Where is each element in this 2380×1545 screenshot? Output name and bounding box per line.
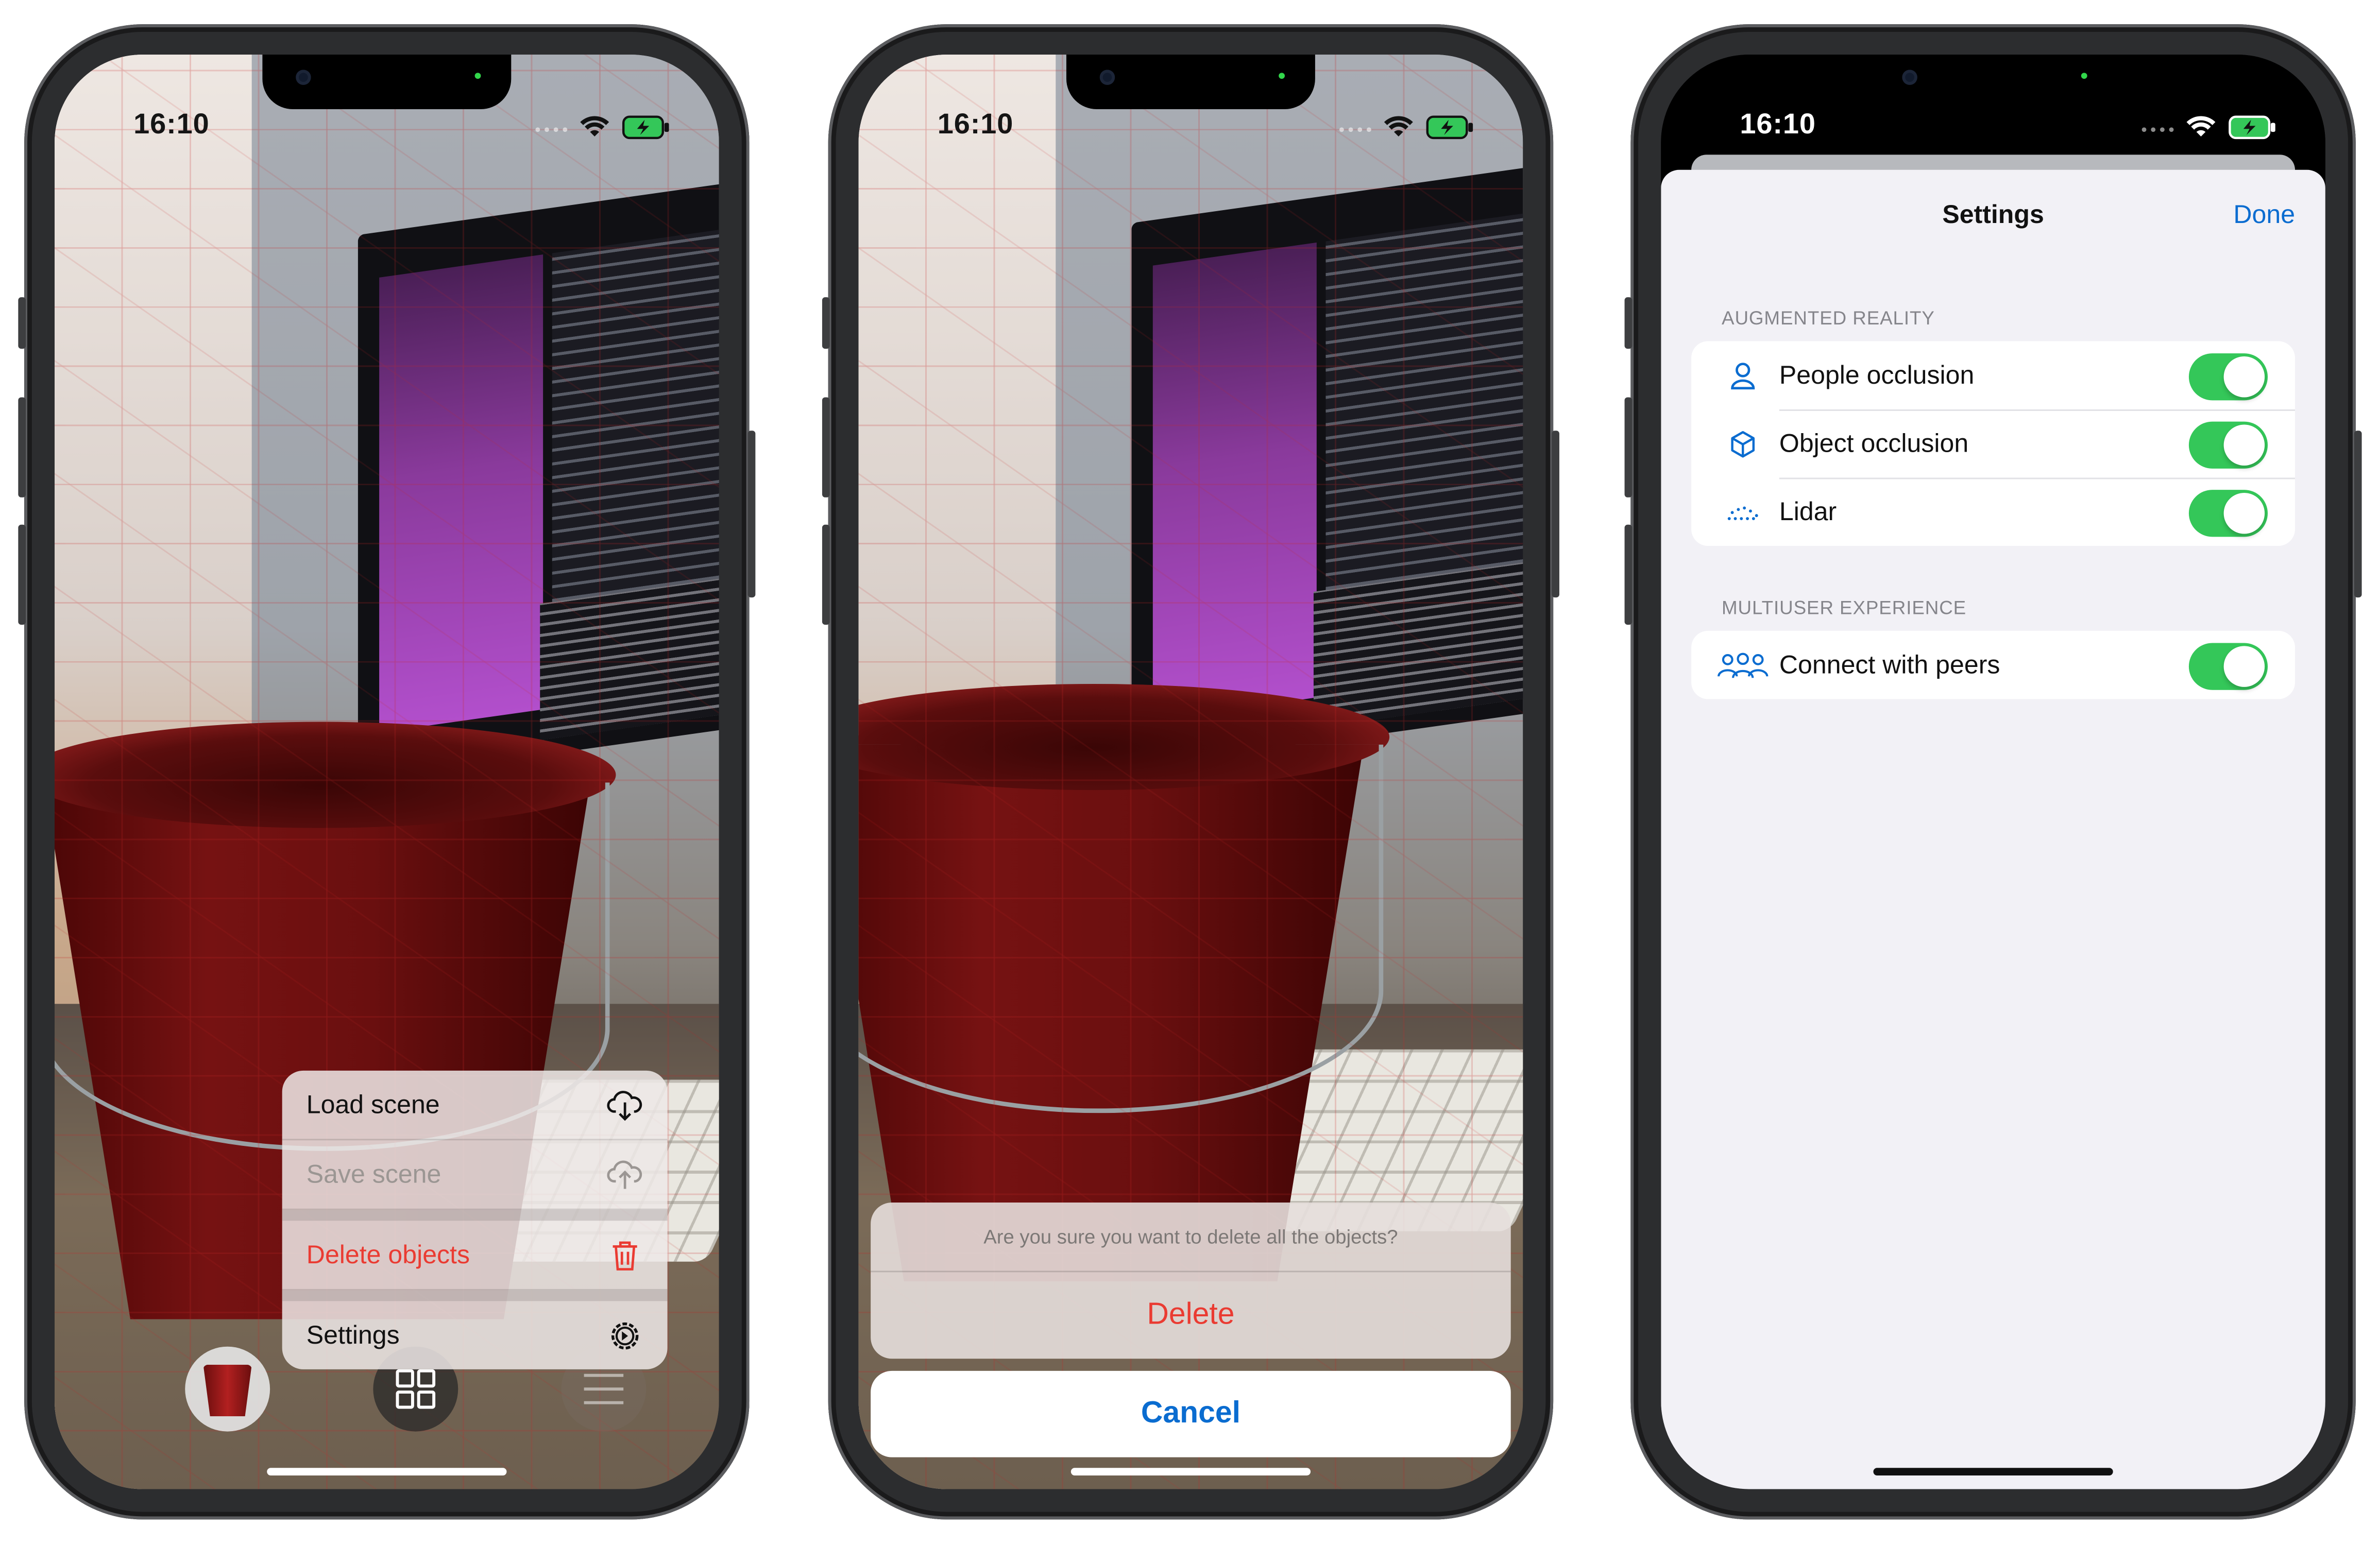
setting-row-people-occlusion: People occlusion [1691,341,2295,410]
cube-icon [1712,428,1773,459]
grid-icon [417,1390,436,1409]
toggle-knob [2223,492,2265,534]
setting-label: Object occlusion [1779,428,1969,457]
context-menu: Load scene Save scene Delete objects Set… [282,1070,668,1369]
wifi-icon [1384,116,1413,137]
screen: 16:10 Settings Done AUGMENTED REALITY Pe… [1661,55,2325,1489]
phone-settings: 16:10 Settings Done AUGMENTED REALITY Pe… [1624,24,2362,1520]
cancel-button[interactable]: Cancel [871,1370,1511,1457]
menu-item-label: Save scene [306,1159,441,1189]
volume-down-button [1624,524,1633,625]
settings-group-ar: People occlusion Object occlusion Lidar [1691,341,2296,546]
signal-icon [2141,127,2174,132]
home-indicator[interactable] [1070,1468,1311,1475]
sliders-icon [584,1374,624,1377]
signal-icon [535,127,568,132]
menu-item-label: Load scene [306,1089,440,1119]
status-time: 16:10 [1740,109,1816,141]
silent-switch [822,297,830,349]
side-button [1552,431,1559,598]
phone-context-menu: 16:10 Load scene Save scene Delete objec… [18,24,756,1520]
toggle-knob [2223,646,2265,687]
battery-charging-icon [622,115,669,140]
volume-down-button [18,524,26,625]
setting-label: Lidar [1779,496,1837,526]
screen: 16:10 Load scene Save scene Delete objec… [55,55,719,1489]
phone-delete-confirmation: 16:10 Are you sure you want to delete al… [822,24,1559,1520]
wifi-icon [2186,116,2216,137]
section-header: AUGMENTED REALITY [1722,307,1935,329]
silent-switch [1624,297,1633,349]
status-bar: 16:10 [1661,55,2325,146]
home-indicator[interactable] [1873,1468,2113,1475]
grid-icon [396,1369,414,1388]
gear-icon [607,1317,643,1353]
section-header: MULTIUSER EXPERIENCE [1722,597,1967,619]
volume-down-button [822,524,830,625]
volume-up-button [1624,397,1633,497]
menu-item-delete-objects[interactable]: Delete objects [282,1221,668,1291]
people-group-icon [1712,651,1773,679]
battery-charging-icon [2229,115,2275,140]
object-occlusion-toggle[interactable] [2188,421,2268,469]
screen: 16:10 Are you sure you want to delete al… [858,55,1523,1489]
red-bucket-icon [203,1365,252,1417]
menu-item-settings[interactable]: Settings [282,1301,668,1369]
signal-icon [1339,127,1371,132]
person-icon [1712,360,1773,390]
silent-switch [18,297,26,349]
settings-sheet: Settings Done AUGMENTED REALITY People o… [1661,169,2325,1489]
setting-row-connect-with-peers: Connect with peers [1691,631,2295,699]
status-time: 16:10 [133,109,210,141]
menu-item-load-scene[interactable]: Load scene [282,1071,668,1141]
dialog-message: Are you sure you want to delete all the … [871,1203,1511,1273]
menu-item-save-scene[interactable]: Save scene [282,1140,668,1210]
setting-row-object-occlusion: Object occlusion [1691,409,2296,478]
grid-icon [396,1390,414,1409]
menu-separator [282,1290,668,1301]
menu-item-label: Settings [306,1320,400,1349]
confirmation-dialog: Are you sure you want to delete all the … [871,1202,1511,1359]
setting-label: People occlusion [1779,360,1975,389]
status-bar: 16:10 [859,55,1523,146]
menu-item-label: Delete objects [306,1240,470,1269]
people-occlusion-toggle[interactable] [2188,353,2268,401]
toggle-knob [2223,356,2265,398]
trash-icon [607,1237,643,1273]
side-button [2354,431,2362,598]
settings-group-multiuser: Connect with peers [1691,630,2296,699]
status-time: 16:10 [937,109,1014,141]
lidar-toggle[interactable] [2188,490,2268,537]
cloud-upload-icon [607,1156,643,1193]
menu-separator [282,1210,668,1221]
setting-label: Connect with peers [1779,649,2000,679]
status-bar: 16:10 [55,55,719,146]
setting-row-lidar: Lidar [1691,477,2296,546]
battery-charging-icon [1426,115,1473,140]
sliders-icon [584,1387,624,1391]
home-indicator[interactable] [267,1468,507,1475]
toggle-knob [2223,424,2265,466]
grid-icon [417,1369,436,1388]
connect-with-peers-toggle[interactable] [2188,643,2268,690]
volume-up-button [18,397,26,497]
cloud-download-icon [607,1087,643,1123]
bucket-model-button[interactable] [185,1346,270,1432]
page-title: Settings [1942,200,2044,229]
volume-up-button [822,397,830,497]
lidar-dots-icon [1712,501,1773,522]
sliders-icon [584,1401,624,1404]
done-button[interactable]: Done [2233,200,2295,231]
wifi-icon [580,116,609,137]
delete-button[interactable]: Delete [871,1272,1511,1359]
side-button [747,431,756,598]
